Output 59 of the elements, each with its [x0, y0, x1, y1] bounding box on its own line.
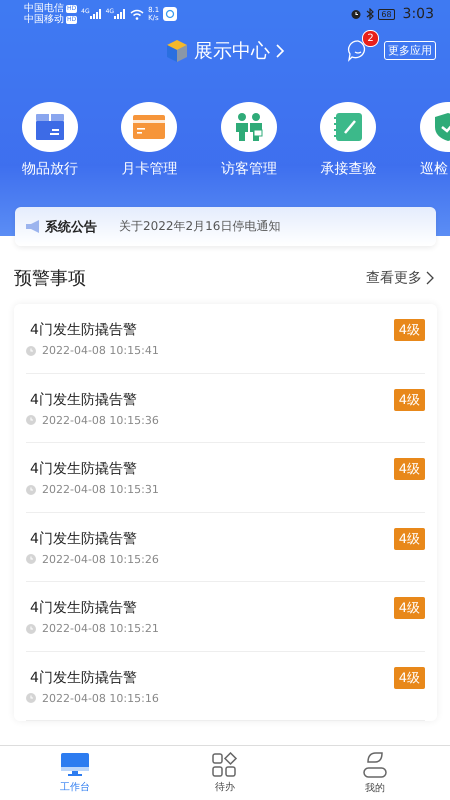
page-title[interactable]: 展示中心	[194, 38, 270, 64]
grade-tag: 4级	[394, 597, 425, 619]
alert-title[interactable]: 4门发生防撬告警	[30, 599, 137, 617]
chevron-right-icon	[275, 43, 285, 59]
alert-time: 2022-04-08 10:15:31	[42, 483, 159, 496]
status-time: 3:03	[402, 6, 434, 22]
alert-time: 2022-04-08 10:15:16	[42, 692, 159, 704]
grade-tag: 4级	[394, 528, 425, 550]
alert-title[interactable]: 4门发生防撬告警	[30, 530, 137, 548]
alert-title[interactable]: 4门发生防撬告警	[30, 390, 137, 408]
grade-tag: 4级	[394, 319, 425, 341]
shortcut-label: 物品放行	[22, 160, 78, 178]
shortcut-label: 访客管理	[220, 160, 277, 178]
more-apps-button[interactable]: 更多应用	[384, 40, 436, 60]
grade-tag: 4级	[394, 458, 425, 480]
notebook-icon	[333, 112, 364, 142]
clock-icon	[26, 693, 36, 703]
alert-time: 2022-04-08 10:15:41	[42, 344, 159, 357]
alert-title[interactable]: 4门发生防撬告警	[30, 321, 137, 339]
grade-tag: 4级	[394, 666, 425, 688]
notice-bar[interactable]: 系统公告 关于2022年2月16日停电通知	[15, 207, 436, 246]
tab[interactable]: 待办	[150, 746, 300, 800]
monitor-icon	[60, 752, 90, 778]
notice-text: 关于2022年2月16日停电通知	[119, 218, 280, 235]
alarm-icon	[350, 8, 362, 20]
view-more-link[interactable]: 查看更多	[366, 269, 434, 287]
signal-icon	[114, 9, 126, 19]
person-icon	[362, 751, 388, 779]
notice-label: 系统公告	[45, 218, 97, 236]
card-icon	[133, 115, 166, 139]
battery-indicator: 68	[378, 8, 395, 20]
wifi-icon	[130, 8, 144, 20]
chevron-right-icon	[426, 271, 434, 285]
box-icon	[34, 113, 65, 141]
notification-badge: 2	[362, 30, 379, 47]
alert-title[interactable]: 4门发生防撬告警	[30, 460, 137, 478]
clock-icon	[26, 484, 36, 494]
alert-time: 2022-04-08 10:15:36	[42, 414, 159, 426]
shortcut-label: 巡检	[420, 160, 449, 178]
clock-icon	[26, 624, 36, 634]
alert-time: 2022-04-08 10:15:21	[42, 622, 159, 635]
tab[interactable]: 我的	[300, 746, 450, 800]
section-title: 预警事项	[14, 267, 86, 290]
carrier-name: 中国移动	[24, 14, 64, 25]
carrier-name: 中国电信	[24, 3, 64, 14]
tab[interactable]: 工作台	[0, 746, 150, 800]
shortcut-label: 月卡管理	[121, 160, 178, 178]
alert-title[interactable]: 4门发生防撬告警	[30, 668, 137, 686]
clock-icon	[26, 554, 36, 564]
signal-icon	[90, 9, 102, 19]
clock-icon	[26, 346, 36, 356]
clock-icon	[26, 415, 36, 425]
bluetooth-icon	[366, 8, 374, 20]
chat-app-icon	[163, 7, 178, 21]
cube-icon	[165, 39, 189, 63]
alert-time: 2022-04-08 10:15:26	[42, 552, 159, 566]
grade-tag: 4级	[394, 388, 425, 410]
grid-icon	[212, 752, 238, 778]
shortcut-label: 承接查验	[320, 160, 376, 178]
